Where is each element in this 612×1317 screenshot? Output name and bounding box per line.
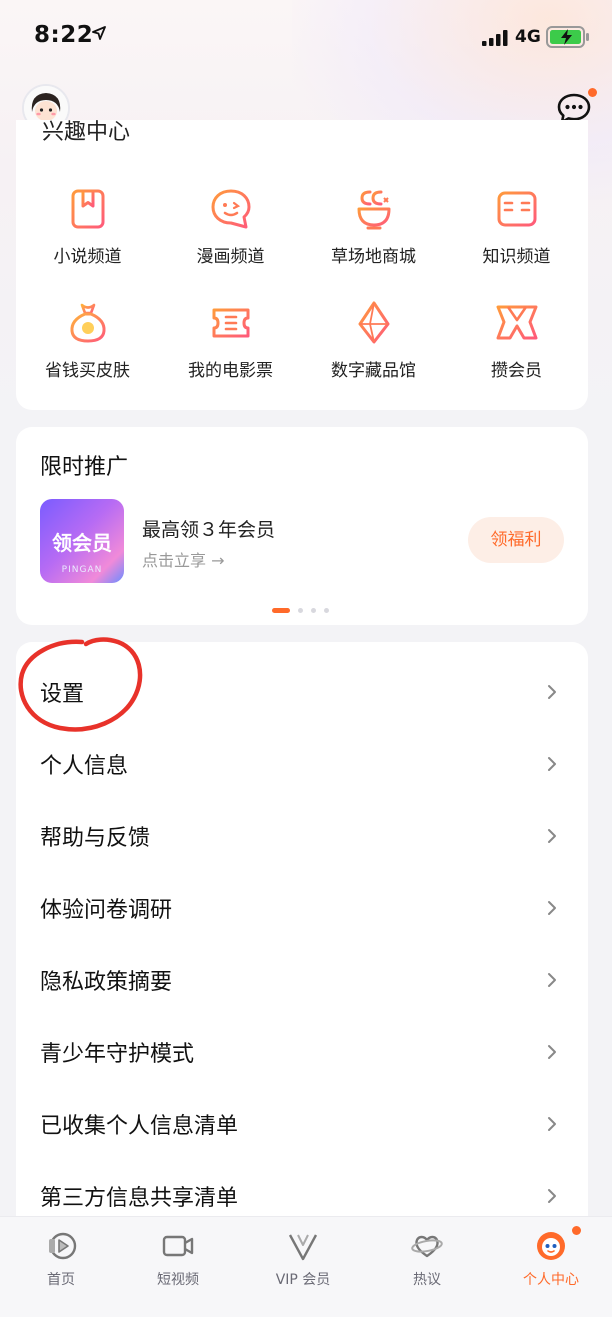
book-icon — [71, 189, 104, 229]
promo-image-brand: PINGAN — [61, 565, 103, 575]
grid-item-label: 我的电影票 — [188, 361, 273, 381]
bottom-tab-bar: 首页 短视频 VIP 会员 热议 个人中心 — [0, 1216, 612, 1317]
status-time: 8:22 — [34, 22, 94, 48]
carousel-dot — [298, 608, 303, 613]
carousel-dot — [324, 608, 329, 613]
promo-title: 限时推广 — [40, 455, 129, 480]
grid-item-label: 省钱买皮肤 — [45, 361, 130, 381]
menu-item-help-feedback[interactable]: 帮助与反馈 — [16, 800, 588, 872]
chevron-right-icon — [548, 901, 556, 915]
grid-item-label: 漫画频道 — [196, 247, 265, 267]
grid-item-save-vip[interactable]: 攒会员 — [445, 300, 588, 381]
tab-short-video[interactable]: 短视频 — [117, 1217, 239, 1307]
tab-vip[interactable]: VIP 会员 — [242, 1217, 364, 1307]
menu-item-label: 帮助与反馈 — [40, 826, 151, 851]
home-play-icon — [49, 1232, 77, 1260]
tab-home[interactable]: 首页 — [0, 1217, 122, 1307]
tab-label: 热议 — [413, 1272, 441, 1288]
profile-badge-dot — [572, 1226, 581, 1235]
promo-sub-link[interactable]: 点击立享 → — [142, 547, 225, 571]
tab-label: 个人中心 — [523, 1272, 579, 1288]
crystal-icon — [358, 301, 389, 344]
carousel-dot — [311, 608, 316, 613]
cellular-signal-icon — [482, 30, 508, 46]
grid-item-label: 知识频道 — [482, 247, 551, 267]
chevron-right-icon — [548, 1117, 556, 1131]
carousel-dot-active — [272, 608, 290, 613]
grid-item-label: 攒会员 — [491, 361, 542, 381]
menu-item-youth-mode[interactable]: 青少年守护模式 — [16, 1016, 588, 1088]
location-arrow-icon — [92, 26, 106, 40]
menu-item-personal-info[interactable]: 个人信息 — [16, 728, 588, 800]
menu-item-privacy-summary[interactable]: 隐私政策摘要 — [16, 944, 588, 1016]
section-title: 兴趣中心 — [42, 120, 131, 145]
menu-item-settings[interactable]: 设置 — [16, 656, 588, 728]
chevron-right-icon — [548, 1045, 556, 1059]
battery-charging-icon — [546, 26, 589, 48]
vip-icon — [288, 1234, 318, 1261]
promo-image-text: 领会员 — [52, 531, 112, 555]
chevron-right-icon — [548, 973, 556, 987]
profile-face-icon — [537, 1232, 565, 1260]
grid-item-skins[interactable]: 省钱买皮肤 — [16, 300, 159, 381]
menu-item-label: 体验问卷调研 — [40, 898, 173, 923]
grid-item-label: 数字藏品馆 — [331, 361, 416, 381]
grid-item-shop[interactable]: 草场地商城 — [302, 186, 445, 267]
menu-item-label: 隐私政策摘要 — [40, 970, 173, 995]
planet-icon — [411, 1235, 443, 1258]
carousel-indicator — [272, 600, 329, 613]
grid-item-movie-ticket[interactable]: 我的电影票 — [159, 300, 302, 381]
chevron-right-icon — [548, 757, 556, 771]
grid-item-comic[interactable]: 漫画频道 — [159, 186, 302, 267]
menu-item-label: 个人信息 — [40, 754, 129, 779]
status-bar: 8:22 4G — [0, 0, 612, 76]
grid-item-novel[interactable]: 小说频道 — [16, 186, 159, 267]
promo-card: 限时推广 领会员 PINGAN 最高领３年会员 点击立享 → 领福利 — [16, 427, 588, 625]
settings-menu-card: 设置 个人信息 帮助与反馈 体验问卷调研 隐私政策摘要 青少年守护模式 已收集个… — [16, 642, 588, 1282]
menu-item-label: 设置 — [40, 682, 85, 707]
grid-item-label: 小说频道 — [53, 247, 122, 267]
grid-item-label: 草场地商城 — [331, 247, 416, 267]
vip-ribbon-icon — [496, 305, 537, 340]
menu-item-survey[interactable]: 体验问卷调研 — [16, 872, 588, 944]
comic-face-icon — [211, 189, 250, 229]
chevron-right-icon — [548, 685, 556, 699]
tab-label: VIP 会员 — [275, 1272, 331, 1288]
menu-item-collected-info-list[interactable]: 已收集个人信息清单 — [16, 1088, 588, 1160]
tab-profile[interactable]: 个人中心 — [490, 1217, 612, 1307]
menu-item-label: 已收集个人信息清单 — [40, 1114, 239, 1139]
grid-item-digital-collection[interactable]: 数字藏品馆 — [302, 300, 445, 381]
chevron-right-icon — [548, 829, 556, 843]
video-camera-icon — [162, 1235, 194, 1257]
claim-benefit-button[interactable]: 领福利 — [468, 517, 564, 563]
promo-main-text: 最高领３年会员 — [142, 519, 276, 541]
ticket-icon — [212, 308, 249, 338]
menu-item-label: 青少年守护模式 — [40, 1042, 195, 1067]
money-bag-icon — [69, 303, 106, 343]
grid-item-knowledge[interactable]: 知识频道 — [445, 186, 588, 267]
fun-center-card: 兴趣中心 小说频道 漫画频道 草场地商城 知识频道 省钱买皮肤 我的电影票 数字… — [16, 120, 588, 410]
tab-label: 短视频 — [157, 1272, 199, 1288]
message-badge-dot — [588, 88, 597, 97]
shop-cc-icon — [357, 190, 390, 230]
open-book-icon — [497, 191, 536, 227]
promo-image[interactable]: 领会员 PINGAN — [40, 499, 124, 583]
tab-label: 首页 — [47, 1272, 75, 1288]
menu-item-label: 第三方信息共享清单 — [40, 1186, 239, 1211]
chevron-right-icon — [548, 1189, 556, 1203]
tab-hot-discussion[interactable]: 热议 — [366, 1217, 488, 1307]
network-type: 4G — [515, 27, 541, 47]
